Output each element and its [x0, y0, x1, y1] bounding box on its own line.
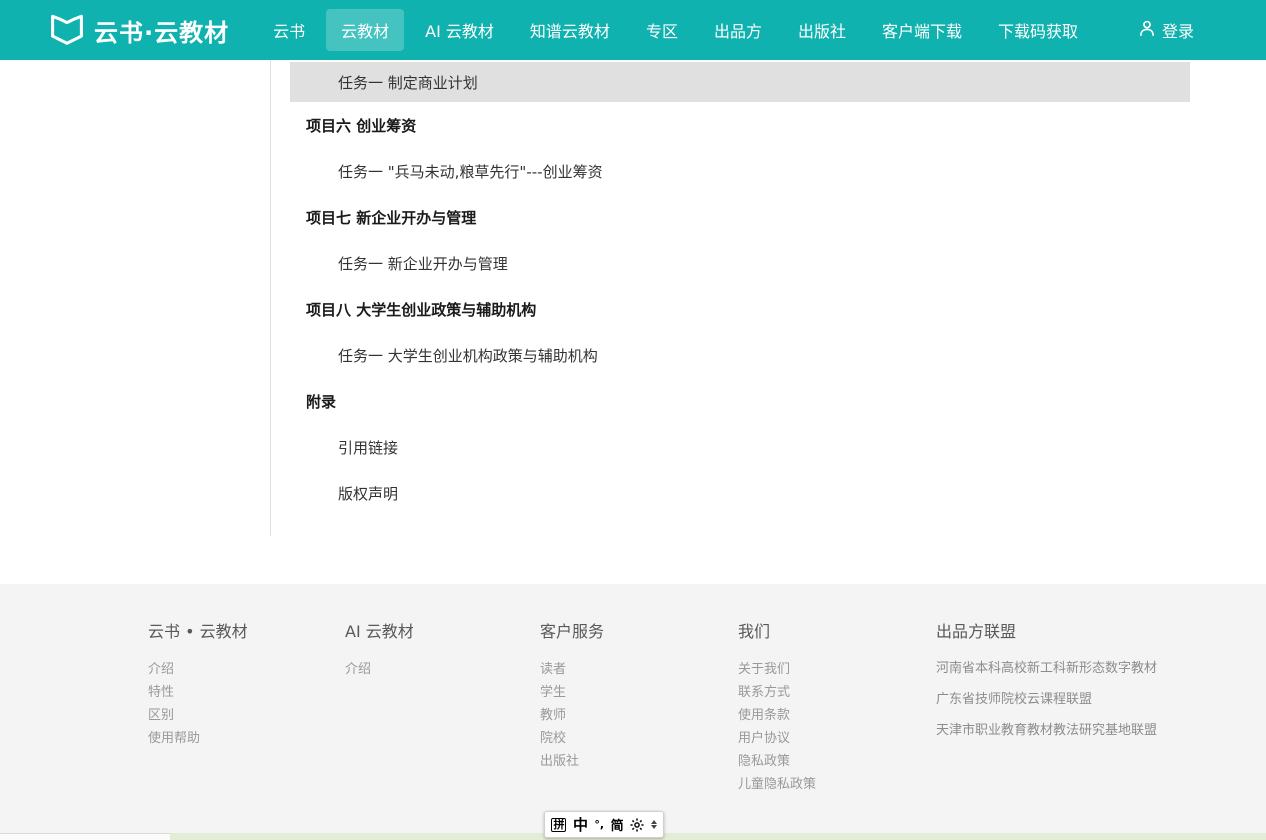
- nav-item-publisher[interactable]: 出版社: [783, 9, 861, 51]
- footer-col-title: AI 云教材: [345, 618, 540, 642]
- ime-punctuation-toggle[interactable]: °,: [594, 818, 604, 831]
- footer-col-title: 出品方联盟: [936, 618, 1256, 642]
- nav-item-producer[interactable]: 出品方: [699, 9, 777, 51]
- taskbar-mini-icon: [130, 834, 140, 840]
- footer-link[interactable]: 关于我们: [738, 658, 936, 681]
- nav-item-zhipu-yunjiaocai[interactable]: 知谱云教材: [515, 9, 625, 51]
- user-icon: [1138, 19, 1156, 41]
- footer-link[interactable]: 用户协议: [738, 727, 936, 750]
- open-book-logo-icon: [48, 10, 86, 50]
- ime-language-toggle[interactable]: 中: [573, 814, 588, 835]
- footer-link[interactable]: 特性: [148, 681, 345, 704]
- login-button[interactable]: 登录: [1138, 18, 1194, 42]
- footer-link[interactable]: 学生: [540, 681, 738, 704]
- footer-col-title: 客户服务: [540, 618, 738, 642]
- toc-task-copyright-notice[interactable]: 版权声明: [271, 470, 1201, 516]
- footer-col-title: 云书 • 云教材: [148, 618, 345, 642]
- footer-col-customer-service: 客户服务 读者 学生 教师 院校 出版社: [540, 618, 738, 796]
- taskbar-peek-left: [0, 833, 170, 840]
- main-nav: 云书 云教材 AI 云教材 知谱云教材 专区 出品方 出版社 客户端下载 下载码…: [255, 9, 1096, 51]
- footer-link[interactable]: 河南省本科高校新工科新形态数字教材: [936, 658, 1256, 679]
- footer-link[interactable]: 区别: [148, 704, 345, 727]
- nav-item-ai-yunjiaocai[interactable]: AI 云教材: [410, 9, 509, 51]
- footer-link[interactable]: 广东省技师院校云课程联盟: [936, 689, 1256, 710]
- site-logo[interactable]: 云书·云教材: [48, 10, 229, 50]
- page-footer: 云书 • 云教材 介绍 特性 区别 使用帮助 AI 云教材 介绍 客户服务 读者…: [0, 584, 1266, 840]
- toc-chapter-7[interactable]: 项目七 新企业开办与管理: [271, 194, 1201, 240]
- toc-panel: 任务一 制定商业计划 项目六 创业筹资 任务一 "兵马未动,粮草先行"---创业…: [270, 60, 1201, 536]
- footer-link[interactable]: 院校: [540, 727, 738, 750]
- site-logo-text: 云书·云教材: [94, 13, 229, 48]
- toc-task-citation-links[interactable]: 引用链接: [271, 424, 1201, 470]
- top-navbar: 云书·云教材 云书 云教材 AI 云教材 知谱云教材 专区 出品方 出版社 客户…: [0, 0, 1266, 60]
- ime-pinyin-button[interactable]: 拼: [551, 818, 566, 832]
- ime-simplified-toggle[interactable]: 简: [611, 815, 624, 834]
- footer-link[interactable]: 使用帮助: [148, 727, 345, 750]
- toc-task[interactable]: 任务一 大学生创业机构政策与辅助机构: [271, 332, 1201, 378]
- footer-link[interactable]: 儿童隐私政策: [738, 773, 936, 796]
- taskbar-mini-icon: [148, 834, 164, 840]
- footer-link[interactable]: 读者: [540, 658, 738, 681]
- toc-chapter-8[interactable]: 项目八 大学生创业政策与辅助机构: [271, 286, 1201, 332]
- gear-icon[interactable]: [630, 818, 644, 832]
- footer-columns: 云书 • 云教材 介绍 特性 区别 使用帮助 AI 云教材 介绍 客户服务 读者…: [0, 584, 1266, 796]
- toc-appendix[interactable]: 附录: [271, 378, 1201, 424]
- nav-item-yunshu[interactable]: 云书: [258, 9, 320, 51]
- toc-task[interactable]: 任务一 "兵马未动,粮草先行"---创业筹资: [271, 148, 1201, 194]
- nav-item-download-code[interactable]: 下载码获取: [983, 9, 1093, 51]
- nav-item-yunjiaocai[interactable]: 云教材: [326, 9, 404, 51]
- footer-col-about-us: 我们 关于我们 联系方式 使用条款 用户协议 隐私政策 儿童隐私政策: [738, 618, 936, 796]
- taskbar-peek-right: [170, 833, 1266, 840]
- footer-col-title: 我们: [738, 618, 936, 642]
- footer-link[interactable]: 隐私政策: [738, 750, 936, 773]
- toc-task[interactable]: 任务一 新企业开办与管理: [271, 240, 1201, 286]
- footer-link[interactable]: 介绍: [345, 658, 540, 681]
- footer-link[interactable]: 使用条款: [738, 704, 936, 727]
- toc-task-selected[interactable]: 任务一 制定商业计划: [290, 62, 1190, 102]
- footer-link[interactable]: 教师: [540, 704, 738, 727]
- toc-chapter-6[interactable]: 项目六 创业筹资: [271, 102, 1201, 148]
- ime-toolbar: 拼 中 °, 简: [544, 811, 664, 838]
- footer-col-producer-alliance: 出品方联盟 河南省本科高校新工科新形态数字教材 广东省技师院校云课程联盟 天津市…: [936, 618, 1256, 796]
- footer-link[interactable]: 联系方式: [738, 681, 936, 704]
- ime-more-handle[interactable]: [651, 820, 657, 829]
- nav-item-client-download[interactable]: 客户端下载: [867, 9, 977, 51]
- footer-link[interactable]: 介绍: [148, 658, 345, 681]
- footer-link[interactable]: 天津市职业教育教材教法研究基地联盟: [936, 720, 1256, 741]
- login-label: 登录: [1162, 18, 1194, 42]
- footer-col-yunshu-yunjiaocai: 云书 • 云教材 介绍 特性 区别 使用帮助: [148, 618, 345, 796]
- footer-link[interactable]: 出版社: [540, 750, 738, 773]
- footer-col-ai-yunjiaocai: AI 云教材 介绍: [345, 618, 540, 796]
- nav-item-zone[interactable]: 专区: [631, 9, 693, 51]
